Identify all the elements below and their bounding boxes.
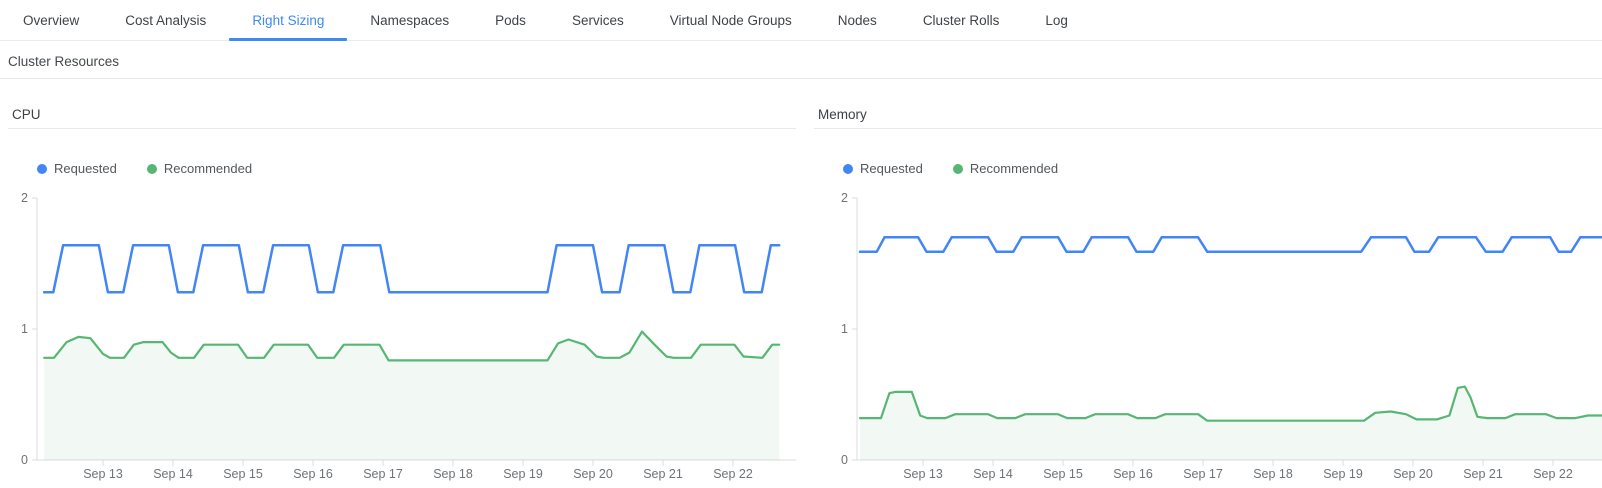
memory-chart-svg: 0 1 2 Sep 13 Sep 14 Sep 15 Sep 16 Sep 17 Sep 18 S… xyxy=(814,187,1602,482)
y-tick-label: 1 xyxy=(841,322,848,336)
x-tick-label: Sep 20 xyxy=(1393,467,1433,481)
x-tick-label: Sep 19 xyxy=(503,467,543,481)
y-tick-label: 0 xyxy=(21,453,28,467)
x-tick-label: Sep 15 xyxy=(1043,467,1083,481)
cpu-chart-panel: CPU Requested Recommended 0 1 2 Sep 13 Sep 14… xyxy=(8,107,796,482)
tab-overview[interactable]: Overview xyxy=(0,0,102,40)
tab-pods[interactable]: Pods xyxy=(472,0,549,40)
tab-cluster-rolls[interactable]: Cluster Rolls xyxy=(900,0,1023,40)
x-tick-label: Sep 17 xyxy=(1183,467,1223,481)
tab-services[interactable]: Services xyxy=(549,0,647,40)
x-tick-label: Sep 17 xyxy=(363,467,403,481)
x-tick-label: Sep 13 xyxy=(903,467,943,481)
recommended-area-fill xyxy=(860,387,1602,460)
x-tick-label: Sep 21 xyxy=(643,467,683,481)
y-tick-label: 2 xyxy=(21,191,28,205)
page-title: Cluster Resources xyxy=(8,54,1602,69)
tab-cost-analysis[interactable]: Cost Analysis xyxy=(102,0,229,40)
legend-item-recommended[interactable]: Recommended xyxy=(147,161,252,176)
legend-item-requested[interactable]: Requested xyxy=(843,161,923,176)
legend-item-requested[interactable]: Requested xyxy=(37,161,117,176)
recommended-legend-dot-icon xyxy=(953,164,963,174)
x-tick-label: Sep 16 xyxy=(1113,467,1153,481)
x-tick-label: Sep 14 xyxy=(153,467,193,481)
legend-item-recommended[interactable]: Recommended xyxy=(953,161,1058,176)
x-tick-label: Sep 18 xyxy=(433,467,473,481)
tab-right-sizing[interactable]: Right Sizing xyxy=(229,0,347,40)
y-tick-label: 2 xyxy=(841,191,848,205)
section-header: Cluster Resources xyxy=(0,41,1602,79)
legend-label: Recommended xyxy=(164,161,252,176)
legend-label: Requested xyxy=(54,161,117,176)
memory-chart-legend: Requested Recommended xyxy=(843,161,1602,176)
x-tick-label: Sep 20 xyxy=(573,467,613,481)
tab-log[interactable]: Log xyxy=(1022,0,1091,40)
requested-legend-dot-icon xyxy=(37,164,47,174)
x-tick-label: Sep 14 xyxy=(973,467,1013,481)
tab-nodes[interactable]: Nodes xyxy=(815,0,900,40)
x-tick-label: Sep 16 xyxy=(293,467,333,481)
x-tick-label: Sep 22 xyxy=(713,467,753,481)
cpu-chart-svg: 0 1 2 Sep 13 Sep 14 Sep 15 Sep 16 Sep 17 Sep 18 S… xyxy=(8,187,796,482)
x-tick-label: Sep 13 xyxy=(83,467,123,481)
requested-line xyxy=(44,245,779,292)
legend-label: Requested xyxy=(860,161,923,176)
memory-chart-title: Memory xyxy=(814,107,1602,129)
charts-row: CPU Requested Recommended 0 1 2 Sep 13 Sep 14… xyxy=(8,107,1602,482)
x-tick-label: Sep 19 xyxy=(1323,467,1363,481)
x-tick-label: Sep 21 xyxy=(1463,467,1503,481)
x-tick-label: Sep 22 xyxy=(1533,467,1573,481)
legend-label: Recommended xyxy=(970,161,1058,176)
recommended-area-fill xyxy=(44,332,779,460)
tab-bar: OverviewCost AnalysisRight SizingNamespa… xyxy=(0,0,1602,41)
requested-legend-dot-icon xyxy=(843,164,853,174)
tab-virtual-node-groups[interactable]: Virtual Node Groups xyxy=(647,0,815,40)
y-tick-label: 1 xyxy=(21,322,28,336)
x-tick-label: Sep 15 xyxy=(223,467,263,481)
x-tick-label: Sep 18 xyxy=(1253,467,1293,481)
requested-line xyxy=(860,237,1602,251)
cpu-chart-title: CPU xyxy=(8,107,796,129)
cpu-chart-legend: Requested Recommended xyxy=(37,161,796,176)
y-tick-label: 0 xyxy=(841,453,848,467)
memory-chart-panel: Memory Requested Recommended 0 1 2 Sep 13 Sep… xyxy=(814,107,1602,482)
tab-namespaces[interactable]: Namespaces xyxy=(347,0,472,40)
recommended-legend-dot-icon xyxy=(147,164,157,174)
